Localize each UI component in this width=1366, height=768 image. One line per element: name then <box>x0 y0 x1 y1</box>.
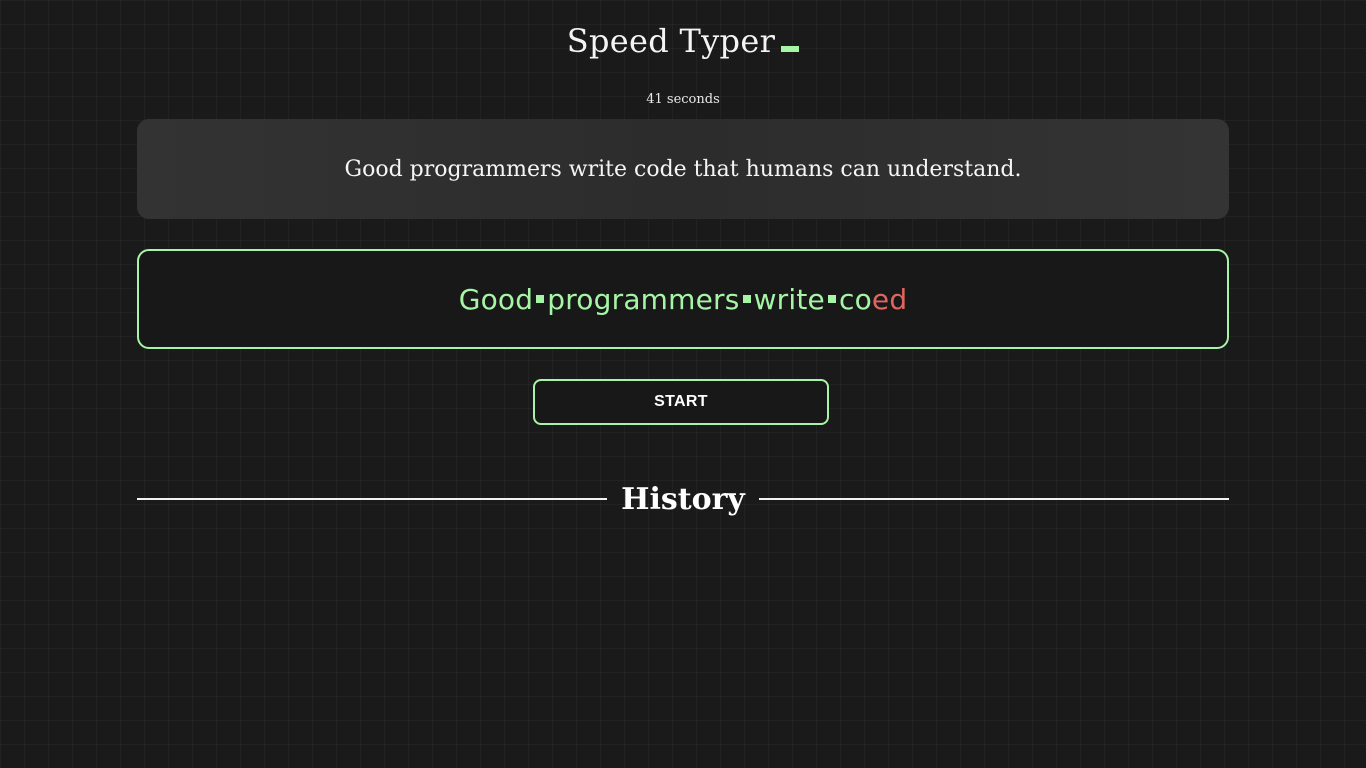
speed-typer-app: Speed Typer 41 seconds Good programmers … <box>137 0 1229 768</box>
divider-right <box>758 498 1229 500</box>
typed-partial-incorrect: ed <box>871 282 908 316</box>
start-button[interactable]: START <box>533 379 829 425</box>
typed-word-correct: Good <box>458 282 534 316</box>
quote-text: Good programmers write code that humans … <box>344 156 1022 182</box>
typed-word-correct: write <box>753 282 825 316</box>
blinking-cursor-icon <box>781 46 800 52</box>
app-title: Speed Typer <box>566 22 776 60</box>
typed-word-correct: programmers <box>547 282 740 316</box>
timer-text: 41 seconds <box>646 92 720 107</box>
quote-box: Good programmers write code that humans … <box>137 119 1229 219</box>
history-section-header: History <box>137 478 1229 520</box>
history-title: History <box>621 481 745 517</box>
space-marker-icon <box>742 294 751 303</box>
typed-partial-correct: co <box>838 282 872 316</box>
space-marker-icon <box>536 294 545 303</box>
typing-input-area[interactable]: Good programmers write coed <box>137 249 1229 349</box>
title-row: Speed Typer <box>137 22 1229 66</box>
typed-text: Good programmers write coed <box>459 283 908 316</box>
divider-left <box>137 498 608 500</box>
space-marker-icon <box>827 294 836 303</box>
